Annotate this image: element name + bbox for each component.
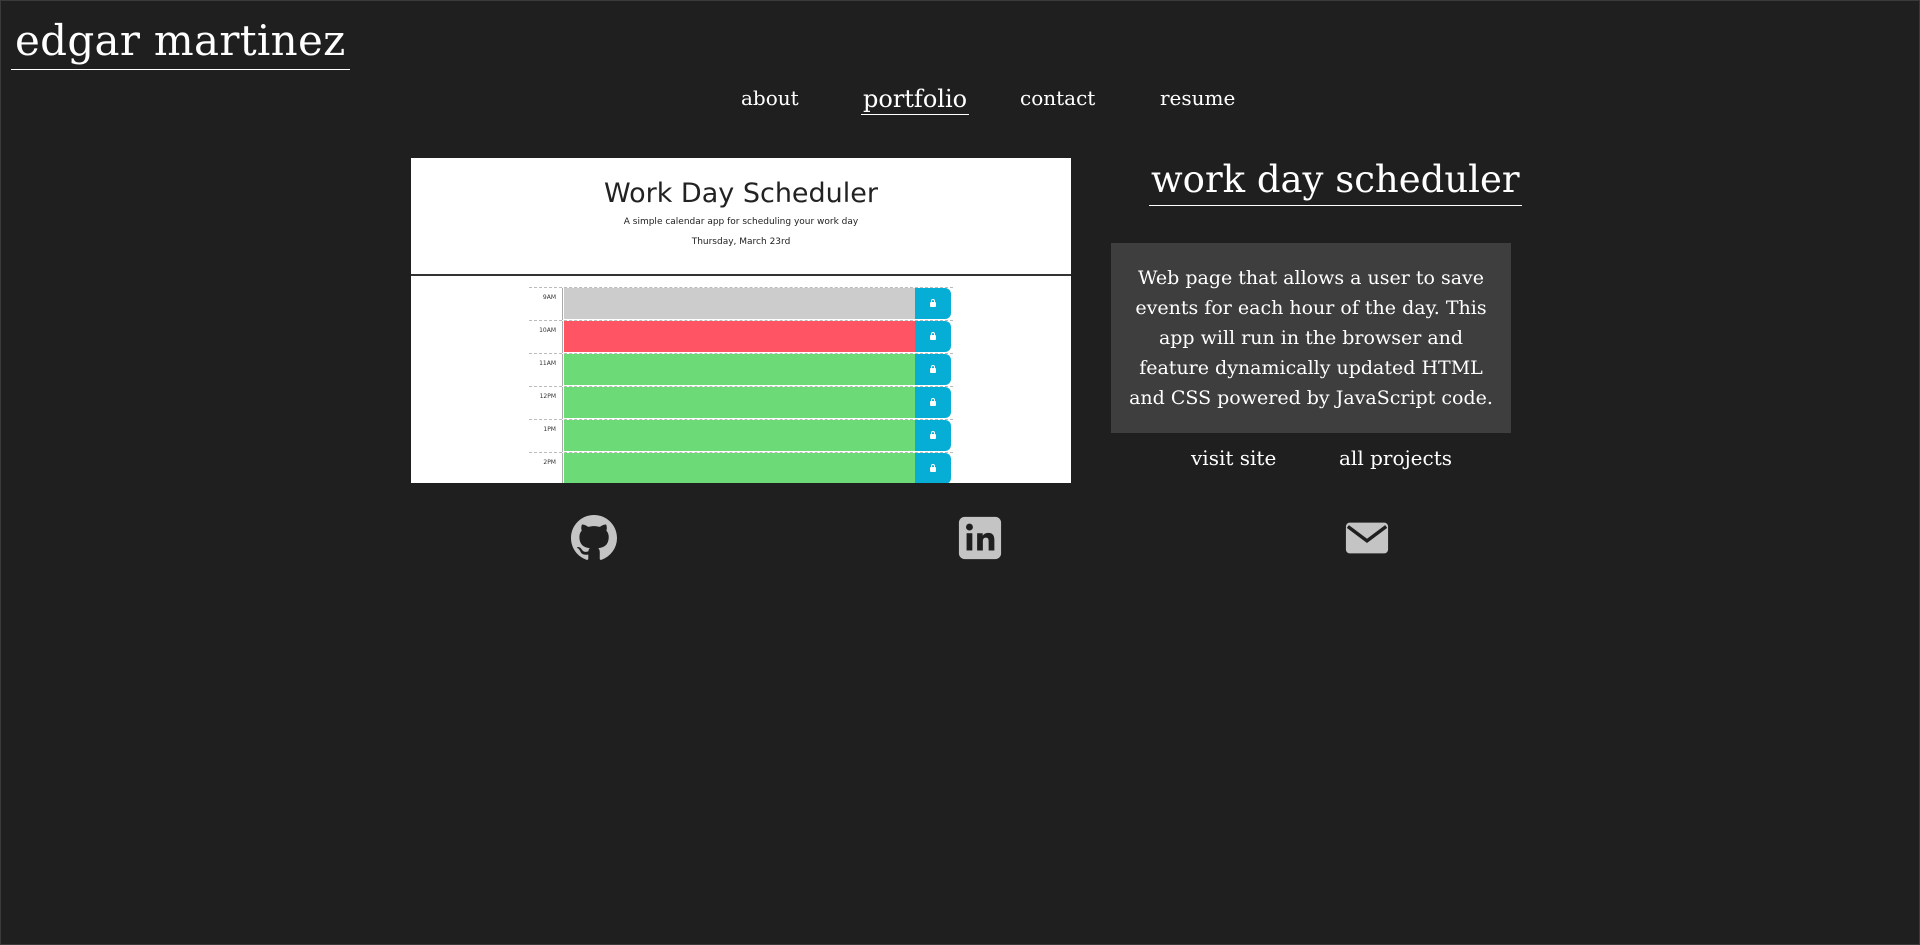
nav-resume[interactable]: resume xyxy=(1160,85,1235,111)
preview-hour-row: 1PM xyxy=(529,419,953,452)
preview-date: Thursday, March 23rd xyxy=(691,237,791,247)
github-icon xyxy=(571,515,617,560)
lock-icon xyxy=(930,398,936,406)
preview-hour-row: 11AM xyxy=(529,353,953,386)
project-title: work day scheduler xyxy=(1149,157,1522,206)
preview-save-button xyxy=(915,321,951,352)
preview-hour-row: 2PM xyxy=(529,452,953,483)
github-link[interactable] xyxy=(571,515,617,561)
project-description: Web page that allows a user to save even… xyxy=(1111,243,1511,433)
preview-save-button xyxy=(915,420,951,451)
preview-save-button xyxy=(915,453,951,483)
preview-save-button xyxy=(915,354,951,385)
main-nav: about portfolio contact resume xyxy=(1,85,1920,125)
preview-hour-block xyxy=(564,387,915,418)
preview-hour-row: 9AM xyxy=(529,287,953,320)
preview-hour-label: 9AM xyxy=(529,288,563,320)
nav-contact[interactable]: contact xyxy=(1020,85,1095,111)
preview-hour-label: 1PM xyxy=(529,420,563,452)
visit-site-link[interactable]: visit site xyxy=(1191,444,1276,472)
preview-hour-row: 10AM xyxy=(529,320,953,353)
lock-icon xyxy=(930,431,936,439)
lock-icon xyxy=(930,365,936,373)
linkedin-icon xyxy=(958,516,1002,560)
preview-title: Work Day Scheduler xyxy=(603,178,879,209)
preview-hour-label: 10AM xyxy=(529,321,563,353)
preview-hour-block xyxy=(564,321,915,352)
email-link[interactable] xyxy=(1344,515,1390,561)
nav-about[interactable]: about xyxy=(741,85,799,111)
preview-subtitle: A simple calendar app for scheduling you… xyxy=(623,217,859,227)
preview-hour-label: 12PM xyxy=(529,387,563,419)
site-name[interactable]: edgar martinez xyxy=(11,15,350,70)
lock-icon xyxy=(930,464,936,472)
linkedin-link[interactable] xyxy=(957,515,1003,561)
preview-hour-list: 9AM 10AM 11AM 12PM 1PM 2PM xyxy=(529,287,953,483)
preview-hour-block xyxy=(564,354,915,385)
lock-icon xyxy=(930,299,936,307)
envelope-icon xyxy=(1345,522,1389,554)
preview-hour-label: 2PM xyxy=(529,453,563,483)
lock-icon xyxy=(930,332,936,340)
preview-hour-row: 12PM xyxy=(529,386,953,419)
all-projects-link[interactable]: all projects xyxy=(1339,444,1452,472)
preview-hour-label: 11AM xyxy=(529,354,563,386)
preview-save-button xyxy=(915,288,951,319)
preview-header: Work Day Scheduler A simple calendar app… xyxy=(411,158,1071,276)
preview-hour-block xyxy=(564,288,915,319)
project-screenshot: Work Day Scheduler A simple calendar app… xyxy=(411,158,1071,483)
preview-hour-block xyxy=(564,453,915,483)
preview-hour-block xyxy=(564,420,915,451)
preview-save-button xyxy=(915,387,951,418)
nav-portfolio[interactable]: portfolio xyxy=(861,84,970,115)
